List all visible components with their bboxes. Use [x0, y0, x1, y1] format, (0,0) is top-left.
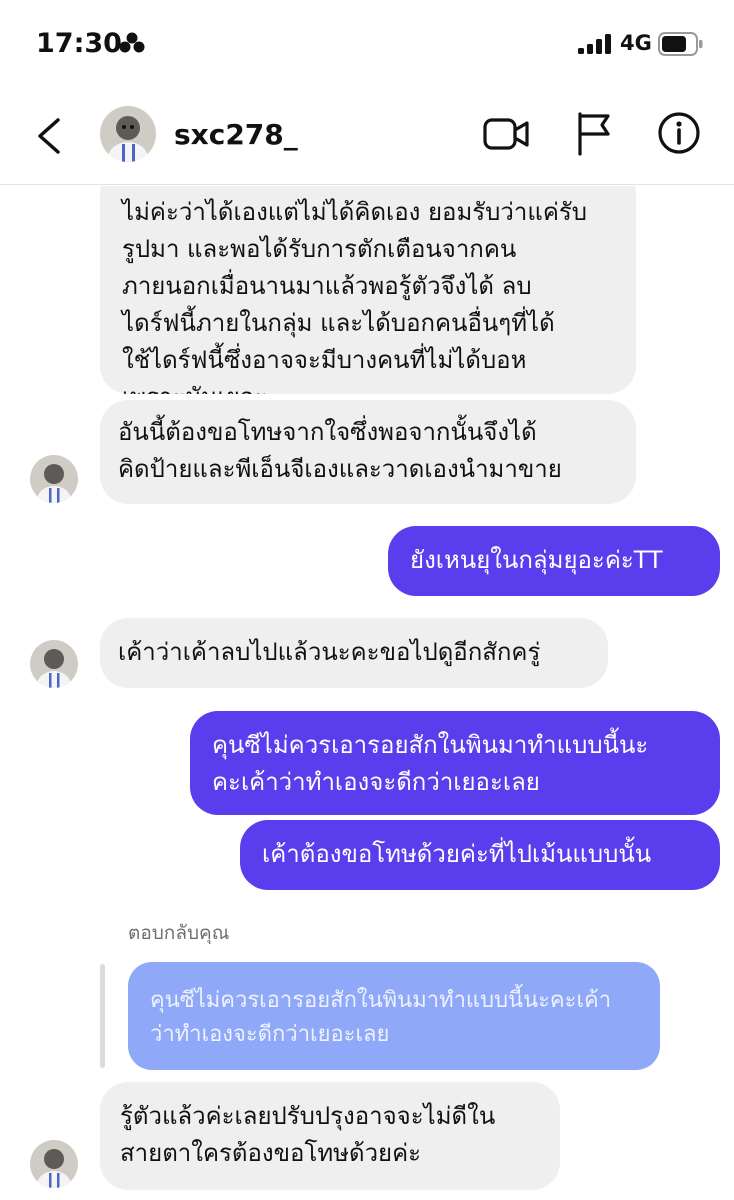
- avatar[interactable]: [30, 640, 78, 688]
- avatar[interactable]: [30, 1140, 78, 1188]
- incoming-message[interactable]: ไม่ค่ะว่าได้เองแต่ไม่ได้คิดเอง ยอมรับว่า…: [100, 186, 636, 394]
- reply-indicator-bar: [100, 964, 105, 1068]
- incoming-message[interactable]: อันนี้ต้องขอโทษจากใจซึ่งพอจากนั้นจึงได้ …: [100, 400, 636, 504]
- reply-label: ตอบกลับคุณ: [128, 922, 230, 944]
- chat-header: sxc278_: [0, 88, 734, 185]
- outgoing-message[interactable]: เค้าต้องขอโทษด้วยค่ะที่ไปเม้นแบบนั้น: [240, 820, 720, 890]
- avatar[interactable]: [30, 455, 78, 503]
- battery-icon: [658, 32, 703, 56]
- reply-quoted-message[interactable]: คุนซีไม่ควรเอารอยสักในพินมาทำแบบนี้นะคะเ…: [128, 962, 660, 1070]
- back-icon[interactable]: [32, 112, 72, 160]
- focus-icon: [119, 32, 145, 53]
- video-call-icon[interactable]: [482, 114, 530, 154]
- chat-username[interactable]: sxc278_: [174, 118, 298, 151]
- network-type: 4G: [620, 31, 652, 55]
- signal-icon: [578, 34, 611, 54]
- status-time: 17:30: [36, 28, 122, 59]
- incoming-message[interactable]: รู้ตัวแล้วค่ะเลยปรับปรุงอาจจะไม่ดีใน สาย…: [100, 1082, 560, 1190]
- avatar[interactable]: [100, 106, 156, 162]
- outgoing-message[interactable]: ยังเหนยุในกลุ่มยุอะค่ะTT: [388, 526, 720, 596]
- outgoing-message[interactable]: คุนซีไม่ควรเอารอยสักในพินมาทำแบบนี้นะ คะ…: [190, 711, 720, 815]
- flag-icon[interactable]: [574, 110, 614, 156]
- incoming-message[interactable]: เค้าว่าเค้าลบไปแล้วนะคะขอไปดูอีกสักครู่: [100, 618, 608, 688]
- info-icon[interactable]: [656, 110, 702, 156]
- status-bar: 17:30 4G: [0, 0, 734, 88]
